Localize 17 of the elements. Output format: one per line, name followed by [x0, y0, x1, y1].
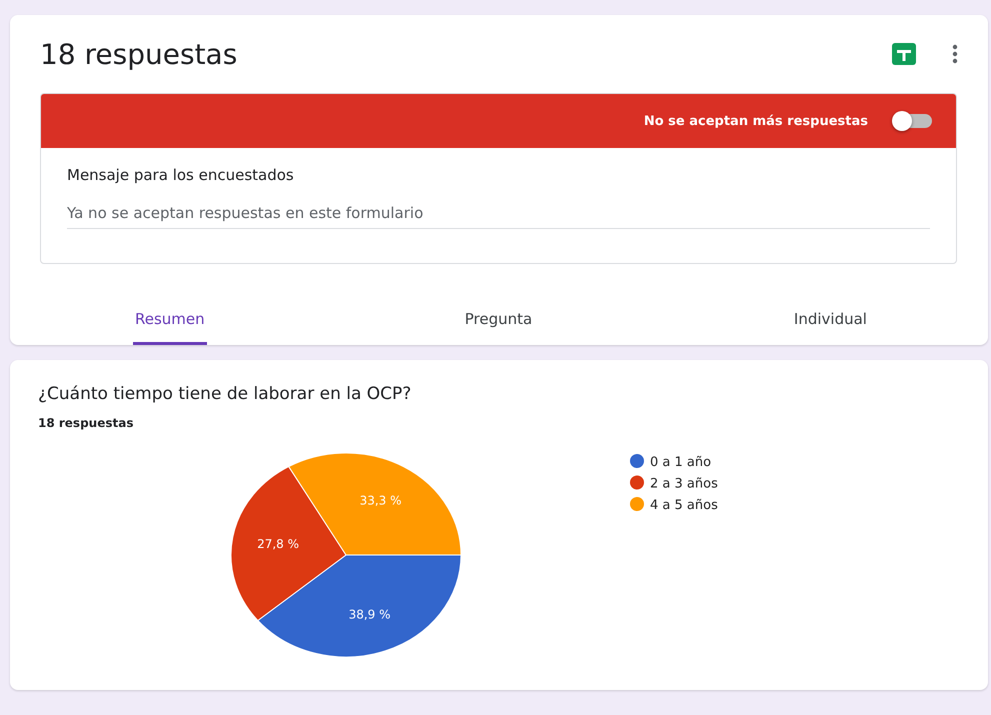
- slice-label: 33,3 %: [360, 493, 402, 508]
- response-count: 18 respuestas: [38, 416, 134, 430]
- slice-label: 38,9 %: [348, 607, 391, 622]
- tab[interactable]: Individual: [794, 304, 867, 345]
- message-field[interactable]: Ya no se aceptan respuestas en este formulario: [67, 204, 930, 229]
- more-icon[interactable]: [952, 44, 958, 64]
- legend-label: 2 a 3 años: [650, 476, 718, 492]
- message-label: Mensaje para los encuestados: [67, 166, 295, 184]
- spreadsheet-icon[interactable]: [892, 43, 916, 65]
- question-title: ¿Cuánto tiempo tiene de laborar en la OCP?: [38, 384, 412, 404]
- tab[interactable]: Resumen: [133, 304, 207, 345]
- slice-label: 27,8 %: [257, 536, 300, 551]
- tab[interactable]: Pregunta: [464, 304, 532, 345]
- legend-label: 4 a 5 años: [650, 498, 718, 513]
- banner-text: No se aceptan más respuestas: [644, 114, 868, 128]
- legend-label: 0 a 1 año: [650, 455, 712, 470]
- page-title: 18 respuestas: [40, 38, 238, 70]
